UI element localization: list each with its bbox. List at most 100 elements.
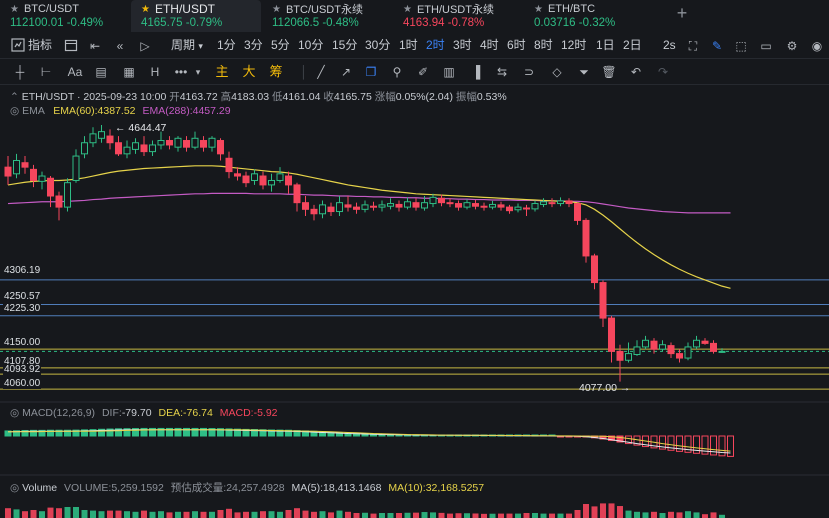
interval-3m[interactable]: 3分 — [244, 32, 263, 59]
copy-icon[interactable]: ❐ — [363, 64, 379, 80]
indicators-icon[interactable] — [10, 38, 26, 54]
ticker-tab-eth-usdt-perp[interactable]: ★ ETH/USDT永续 4163.94 -0.78% — [393, 0, 523, 32]
candle-body — [599, 282, 607, 319]
rewind-icon[interactable]: ⇤ — [87, 38, 103, 54]
measure-icon[interactable]: H — [147, 64, 163, 80]
period-dropdown[interactable]: 周期 ▾ — [171, 32, 203, 59]
gear-icon[interactable]: ⚙ — [784, 38, 800, 54]
window-icon[interactable]: ▭ — [758, 38, 774, 54]
line-tool-icon[interactable]: ⊢ — [38, 64, 54, 80]
bar-icon[interactable]: ▐ — [468, 64, 484, 80]
chips-button[interactable]: 筹 — [268, 64, 284, 80]
eye-icon[interactable]: ◎ — [10, 407, 19, 419]
star-icon[interactable]: ★ — [403, 4, 412, 15]
candle-body — [565, 200, 573, 205]
indicators-button[interactable]: 指标 — [28, 32, 52, 59]
ticker-price: 112066.5 — [272, 17, 320, 29]
interval-2h[interactable]: 2时 — [426, 32, 445, 59]
brush-icon[interactable]: ⚲ — [389, 64, 405, 80]
ticker-symbol: BTC/USDT — [23, 3, 79, 15]
interval-5m[interactable]: 5分 — [271, 32, 290, 59]
candle-body — [574, 203, 581, 221]
ticker-tab-btc-usdt-perp[interactable]: ★ BTC/USDT永续 112066.5 -0.48% — [262, 0, 392, 32]
grid-icon[interactable]: ▦ — [121, 64, 137, 80]
plus-icon[interactable]: + — [672, 4, 692, 24]
candlestick-chart[interactable] — [0, 85, 829, 518]
candle-icon[interactable]: ▥ — [441, 64, 457, 80]
big-order-button[interactable]: 大 — [241, 64, 257, 80]
interval-4h[interactable]: 4时 — [480, 32, 499, 59]
ray-icon[interactable]: ↗ — [338, 64, 354, 80]
refresh-rate[interactable]: 2s — [663, 32, 676, 59]
volume-bar — [447, 513, 453, 518]
volume-bar — [693, 512, 700, 518]
ticker-tab-btc-usdt[interactable]: ★ BTC/USDT 112100.01 -0.49% — [0, 0, 130, 32]
volume-bar — [217, 510, 224, 518]
filter-icon[interactable]: ⏷ — [576, 64, 592, 80]
candle-body — [4, 166, 12, 177]
candle-body — [616, 350, 624, 361]
compare-icon[interactable]: ⇆ — [494, 64, 510, 80]
edit-icon[interactable]: ✐ — [415, 64, 431, 80]
fullscreen-icon[interactable]: ⛶ — [685, 38, 701, 54]
crosshair-icon[interactable]: ┼ — [12, 64, 28, 80]
star-icon[interactable]: ★ — [10, 4, 19, 15]
calendar-icon[interactable] — [63, 38, 79, 54]
magnet-icon[interactable]: ⊃ — [521, 64, 537, 80]
volume-bar — [336, 510, 343, 518]
interval-8h[interactable]: 8时 — [534, 32, 553, 59]
interval-1d[interactable]: 1日 — [596, 32, 615, 59]
volume-label: VOLUME: — [64, 482, 112, 494]
volume-bar — [302, 510, 309, 518]
trend-line-icon[interactable]: ╱ — [313, 64, 329, 80]
ticker-tab-eth-btc[interactable]: ★ ETH/BTC 0.03716 -0.32% — [524, 0, 654, 32]
more-icon[interactable]: ••• — [173, 64, 189, 80]
candle-body — [259, 175, 267, 186]
ticker-symbol: ETH/BTC — [547, 3, 596, 15]
volume-bar — [549, 513, 555, 518]
interval-12h[interactable]: 12时 — [561, 32, 586, 59]
eye-icon[interactable]: ◎ — [10, 482, 19, 494]
macd-title: MACD(12,26,9) — [22, 407, 96, 419]
text-tool[interactable]: Aa — [65, 64, 85, 80]
interval-1m[interactable]: 1分 — [217, 32, 236, 59]
volume-bar — [285, 510, 292, 518]
volume-bar — [328, 512, 334, 518]
interval-10m[interactable]: 10分 — [298, 32, 323, 59]
delete-icon[interactable]: 🗑 — [601, 64, 617, 80]
replay-icon[interactable]: ▷ — [137, 38, 153, 54]
pen-icon[interactable]: ✎ — [709, 38, 725, 54]
chevron-down-icon[interactable]: ▾ — [190, 64, 206, 80]
redo-icon[interactable]: ↷ — [655, 64, 671, 80]
volume-bar — [498, 513, 504, 518]
interval-6h[interactable]: 6时 — [507, 32, 526, 59]
ruler-icon[interactable]: ▤ — [93, 64, 109, 80]
volume-bar — [311, 511, 317, 518]
volume-bar — [600, 503, 606, 518]
volume-bar — [574, 510, 581, 518]
interval-15m[interactable]: 15分 — [332, 32, 357, 59]
snapshot-icon[interactable]: ⬚ — [733, 38, 749, 54]
double-chevron-left-icon[interactable]: « — [112, 38, 128, 54]
star-icon[interactable]: ★ — [272, 4, 281, 15]
candle-body — [506, 206, 513, 212]
candle-body — [251, 173, 258, 181]
interval-1h[interactable]: 1时 — [399, 32, 418, 59]
volume-bar — [710, 512, 717, 518]
candle-body — [344, 204, 352, 208]
main-force-button[interactable]: 主 — [214, 64, 230, 80]
candle-body — [276, 173, 284, 181]
price-level-label: 4093.92 — [3, 364, 42, 375]
high-marker: ← 4644.47 — [115, 122, 167, 134]
undo-icon[interactable]: ↶ — [628, 64, 644, 80]
interval-30m[interactable]: 30分 — [365, 32, 390, 59]
tag-icon[interactable]: ◇ — [549, 64, 565, 80]
star-icon[interactable]: ★ — [534, 4, 543, 15]
interval-3h[interactable]: 3时 — [453, 32, 472, 59]
chart-area[interactable]: ⌃ ETH/USDT · 2025-09-23 10:00 开4163.72 高… — [0, 85, 829, 518]
ticker-tab-eth-usdt[interactable]: ★ ETH/USDT 4165.75 -0.79% — [131, 0, 261, 32]
interval-2d[interactable]: 2日 — [623, 32, 642, 59]
star-icon[interactable]: ★ — [141, 4, 150, 15]
camera-icon[interactable]: ◉ — [809, 38, 825, 54]
macd-legend: ◎ MACD(12,26,9) DIF:-79.70 DEA:-76.74 MA… — [10, 407, 278, 419]
